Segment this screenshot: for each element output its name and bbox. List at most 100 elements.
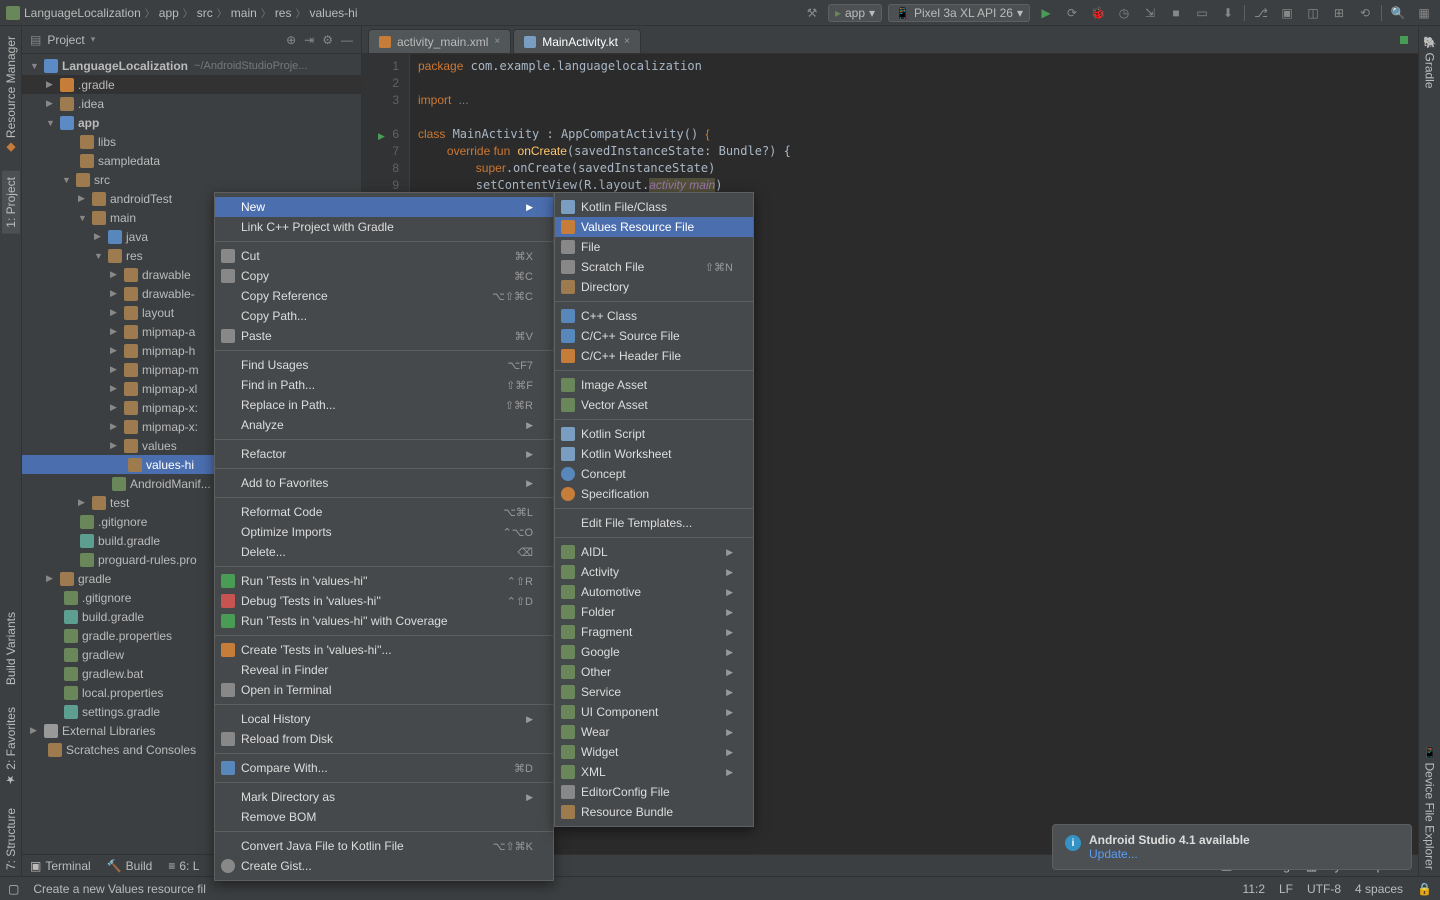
sidebar-tab-favorites[interactable]: ★ 2: Favorites [2, 701, 20, 792]
menu-item-cpp-class[interactable]: C++ Class [555, 306, 753, 326]
close-icon[interactable]: × [494, 36, 500, 47]
stop-icon[interactable]: ■ [1166, 3, 1186, 23]
breadcrumb[interactable]: app [159, 6, 179, 20]
notification[interactable]: i Android Studio 4.1 available Update... [1052, 824, 1412, 870]
menu-item-paste[interactable]: Paste⌘V [215, 326, 553, 346]
menu-item-create-tests[interactable]: Create 'Tests in 'values-hi''... [215, 640, 553, 660]
sidebar-tab-build-variants[interactable]: Build Variants [2, 606, 20, 691]
status-position[interactable]: 11:2 [1243, 882, 1265, 896]
editor-tab[interactable]: activity_main.xml× [368, 29, 511, 53]
menu-item-activity[interactable]: Activity▶ [555, 562, 753, 582]
menu-item-edit-templates[interactable]: Edit File Templates... [555, 513, 753, 533]
menu-item-editorconfig[interactable]: EditorConfig File [555, 782, 753, 802]
tree-row[interactable]: sampledata [22, 151, 361, 170]
breadcrumb[interactable]: LanguageLocalization [6, 6, 141, 20]
layout-icon[interactable]: ⊞ [1329, 3, 1349, 23]
git-icon[interactable]: ⎇ [1251, 3, 1271, 23]
run-icon[interactable]: ▶ [1036, 3, 1056, 23]
sidebar-tab-device-explorer[interactable]: 📱 Device File Explorer [1421, 740, 1439, 876]
menu-item-delete[interactable]: Delete...⌫ [215, 542, 553, 562]
gear-icon[interactable]: ⚙ [322, 33, 333, 47]
menu-item-link-cpp[interactable]: Link C++ Project with Gradle [215, 217, 553, 237]
menu-item-kotlin-script[interactable]: Kotlin Script [555, 424, 753, 444]
menu-item-replace-in-path[interactable]: Replace in Path...⇧⌘R [215, 395, 553, 415]
menu-item-xml[interactable]: XML▶ [555, 762, 753, 782]
menu-item-mark-directory[interactable]: Mark Directory as▶ [215, 787, 553, 807]
hide-icon[interactable]: — [341, 33, 353, 47]
menu-item-create-gist[interactable]: Create Gist... [215, 856, 553, 876]
breadcrumb[interactable]: values-hi [309, 6, 357, 20]
bottom-tab-logcat[interactable]: ≡ 6: L [168, 859, 199, 873]
sidebar-tab-project[interactable]: 1: Project [2, 171, 20, 234]
settings-icon[interactable]: ▦ [1414, 3, 1434, 23]
menu-item-refactor[interactable]: Refactor▶ [215, 444, 553, 464]
sdk-icon[interactable]: ⬇ [1218, 3, 1238, 23]
menu-item-folder[interactable]: Folder▶ [555, 602, 753, 622]
menu-item-reload-disk[interactable]: Reload from Disk [215, 729, 553, 749]
profiler-icon[interactable]: ◷ [1114, 3, 1134, 23]
tree-row[interactable]: libs [22, 132, 361, 151]
tree-row[interactable]: ▼src [22, 170, 361, 189]
tree-row[interactable]: ▶.gradle [22, 75, 361, 94]
menu-item-copy-path[interactable]: Copy Path... [215, 306, 553, 326]
breadcrumb[interactable]: main [231, 6, 257, 20]
search-icon[interactable]: 🔍 [1388, 3, 1408, 23]
menu-item-cut[interactable]: Cut⌘X [215, 246, 553, 266]
menu-item-vector-asset[interactable]: Vector Asset [555, 395, 753, 415]
menu-item-image-asset[interactable]: Image Asset [555, 375, 753, 395]
menu-item-concept[interactable]: Concept [555, 464, 753, 484]
menu-item-remove-bom[interactable]: Remove BOM [215, 807, 553, 827]
notification-link[interactable]: Update... [1089, 847, 1250, 861]
menu-item-open-terminal[interactable]: Open in Terminal [215, 680, 553, 700]
tree-row[interactable]: ▶.idea [22, 94, 361, 113]
menu-item-reveal-finder[interactable]: Reveal in Finder [215, 660, 553, 680]
menu-item-cpp-header[interactable]: C/C++ Header File [555, 346, 753, 366]
menu-item-wear[interactable]: Wear▶ [555, 722, 753, 742]
tree-row[interactable]: ▼LanguageLocalization~/AndroidStudioProj… [22, 56, 361, 75]
menu-item-aidl[interactable]: AIDL▶ [555, 542, 753, 562]
menu-item-local-history[interactable]: Local History▶ [215, 709, 553, 729]
menu-item-scratch-file[interactable]: Scratch File⇧⌘N [555, 257, 753, 277]
menu-item-kotlin-file[interactable]: Kotlin File/Class [555, 197, 753, 217]
hammer-icon[interactable]: ⚒ [802, 3, 822, 23]
menu-item-ui-component[interactable]: UI Component▶ [555, 702, 753, 722]
menu-item-automotive[interactable]: Automotive▶ [555, 582, 753, 602]
device-dropdown[interactable]: 📱Pixel 3a XL API 26▾ [888, 4, 1030, 22]
menu-item-file[interactable]: File [555, 237, 753, 257]
menu-item-directory[interactable]: Directory [555, 277, 753, 297]
editor-tab-active[interactable]: MainActivity.kt× [513, 29, 641, 53]
breadcrumb[interactable]: src [197, 6, 213, 20]
editor-status-icon[interactable] [1390, 26, 1418, 53]
project-panel-title[interactable]: Project [47, 33, 84, 47]
bottom-tab-build[interactable]: 🔨 Build [107, 859, 153, 873]
menu-item-copy-reference[interactable]: Copy Reference⌥⇧⌘C [215, 286, 553, 306]
menu-item-run-tests[interactable]: Run 'Tests in 'values-hi''⌃⇧R [215, 571, 553, 591]
close-icon[interactable]: × [624, 36, 630, 47]
menu-item-other[interactable]: Other▶ [555, 662, 753, 682]
menu-item-new[interactable]: New▶ [215, 197, 553, 217]
bottom-tab-terminal[interactable]: ▣ Terminal [30, 859, 91, 873]
status-indent[interactable]: 4 spaces [1355, 882, 1403, 896]
menu-item-reformat[interactable]: Reformat Code⌥⌘L [215, 502, 553, 522]
menu-item-service[interactable]: Service▶ [555, 682, 753, 702]
menu-item-find-usages[interactable]: Find Usages⌥F7 [215, 355, 553, 375]
menu-item-coverage-tests[interactable]: Run 'Tests in 'values-hi'' with Coverage [215, 611, 553, 631]
sync-icon[interactable]: ⟲ [1355, 3, 1375, 23]
menu-item-find-in-path[interactable]: Find in Path...⇧⌘F [215, 375, 553, 395]
menu-item-resource-bundle[interactable]: Resource Bundle [555, 802, 753, 822]
run-config-dropdown[interactable]: ▸app▾ [828, 4, 882, 22]
menu-item-google[interactable]: Google▶ [555, 642, 753, 662]
tree-row[interactable]: ▼app [22, 113, 361, 132]
split-icon[interactable]: ◫ [1303, 3, 1323, 23]
menu-item-widget[interactable]: Widget▶ [555, 742, 753, 762]
status-line-ending[interactable]: LF [1279, 882, 1293, 896]
menu-item-analyze[interactable]: Analyze▶ [215, 415, 553, 435]
avd-icon[interactable]: ▭ [1192, 3, 1212, 23]
menu-item-values-resource[interactable]: Values Resource File [555, 217, 753, 237]
status-ide-icon[interactable]: ▢ [8, 882, 19, 896]
menu-item-add-favorites[interactable]: Add to Favorites▶ [215, 473, 553, 493]
sidebar-tab-structure[interactable]: 7: Structure [2, 802, 20, 876]
breadcrumb[interactable]: res [275, 6, 292, 20]
menu-item-compare[interactable]: Compare With...⌘D [215, 758, 553, 778]
menu-item-kotlin-worksheet[interactable]: Kotlin Worksheet [555, 444, 753, 464]
